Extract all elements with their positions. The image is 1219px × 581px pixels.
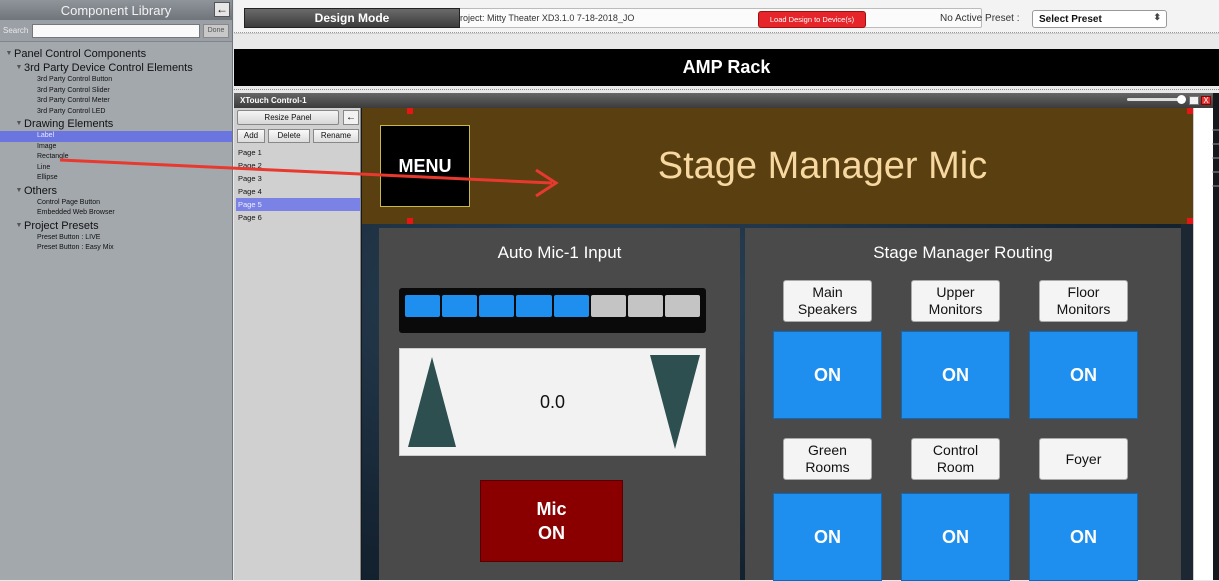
ruler-ticks [1212, 129, 1219, 187]
annotation-arrow-icon [59, 158, 559, 198]
